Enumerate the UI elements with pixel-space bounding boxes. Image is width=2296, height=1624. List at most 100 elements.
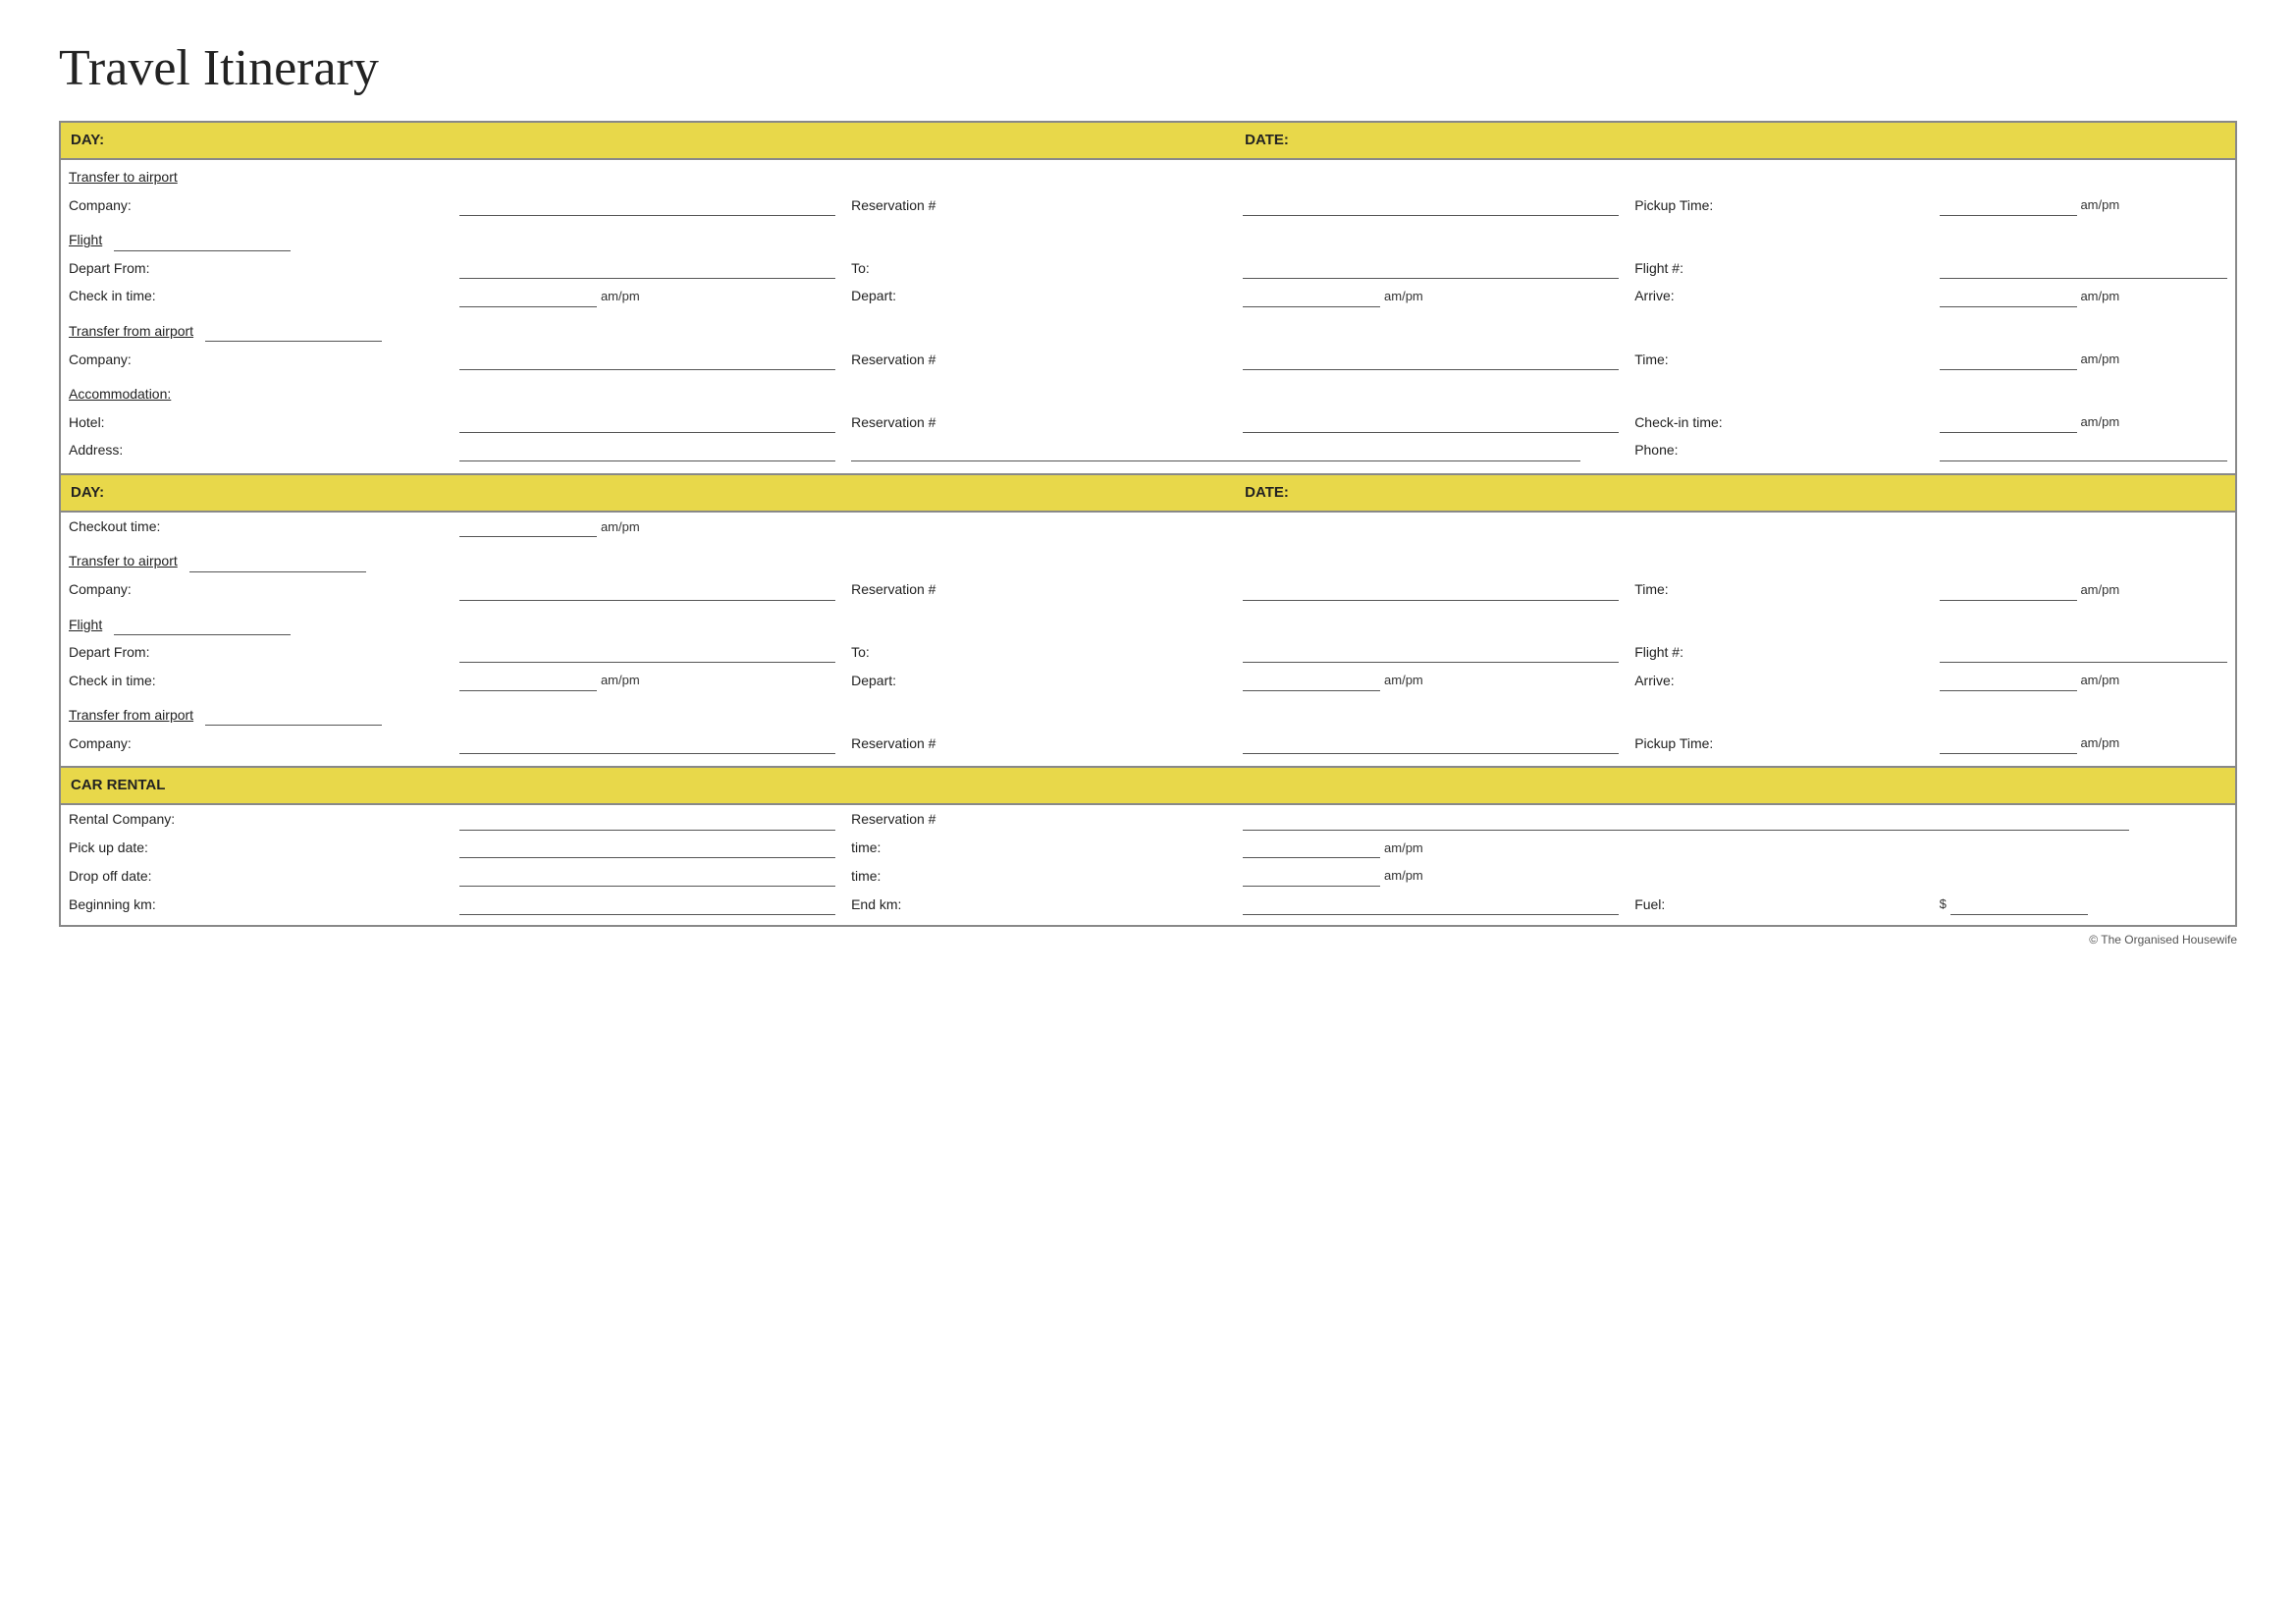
day1-accommodation-title: Accommodation: — [69, 386, 171, 402]
car-reservation-field[interactable] — [1243, 813, 2129, 831]
day2-to-label: To: — [843, 638, 1235, 666]
day2-tta-time-field[interactable] — [1940, 583, 2077, 601]
day2-flight-row2: Check in time: am/pm Depart: am/pm Arriv… — [60, 666, 2236, 694]
day2-tfa-reservation-field[interactable] — [1243, 736, 1619, 754]
day1-tfa-company-label: Company: — [60, 345, 452, 373]
day1-to-field[interactable] — [1243, 261, 1619, 279]
day1-transfer-from-title-field[interactable] — [205, 324, 382, 342]
day1-depart-label: Depart: — [843, 282, 1235, 310]
day2-transfer-to-row: Company: Reservation # Time: am/pm — [60, 575, 2236, 604]
day2-depart-field[interactable] — [1243, 674, 1380, 691]
day1-pickup-ampm: am/pm — [2080, 197, 2119, 212]
day1-acc-checkin-field[interactable] — [1940, 415, 2077, 433]
day2-depart-ampm: am/pm — [1384, 673, 1423, 687]
day1-flight-row2: Check in time: am/pm Depart: am/pm Arriv… — [60, 282, 2236, 310]
car-time-field1[interactable] — [1243, 840, 1380, 858]
day1-hotel-field[interactable] — [459, 415, 835, 433]
day1-company-field[interactable] — [459, 198, 835, 216]
day1-tfa-time-label: Time: — [1627, 345, 1931, 373]
day2-flight-title-field[interactable] — [114, 618, 291, 635]
day2-arrive-label: Arrive: — [1627, 666, 1931, 694]
day1-tfa-company-field[interactable] — [459, 352, 835, 370]
dropoff-date-field[interactable] — [459, 869, 835, 887]
day1-accommodation-row2: Address: Phone: — [60, 436, 2236, 463]
day2-checkin-field[interactable] — [459, 674, 597, 691]
day2-flight-num-field[interactable] — [1940, 645, 2227, 663]
day1-tfa-time-field[interactable] — [1940, 352, 2077, 370]
fuel-field[interactable] — [1950, 897, 2088, 915]
day1-arrive-field[interactable] — [1940, 290, 2077, 307]
day2-tfa-pickup-field[interactable] — [1940, 736, 2077, 754]
day2-header-row: DAY: DATE: — [60, 474, 2236, 512]
day1-transfer-to-airport-title: Transfer to airport — [69, 169, 178, 185]
day1-transfer-to-airport-row: Company: Reservation # Pickup Time: am/p… — [60, 190, 2236, 219]
day1-arrive-ampm: am/pm — [2080, 289, 2119, 303]
day2-checkout-field[interactable] — [459, 519, 597, 537]
day1-depart-field[interactable] — [1243, 290, 1380, 307]
day1-accommodation-row1: Hotel: Reservation # Check-in time: am/p… — [60, 407, 2236, 436]
beginning-km-field[interactable] — [459, 897, 835, 915]
day2-transfer-from-row: Company: Reservation # Pickup Time: am/p… — [60, 729, 2236, 757]
day2-transfer-to-title-field[interactable] — [189, 555, 366, 572]
day1-phone-label: Phone: — [1627, 436, 1931, 463]
day2-flight-row1: Depart From: To: Flight #: — [60, 638, 2236, 666]
car-time-label1: time: — [843, 834, 1235, 862]
day1-acc-reservation-field[interactable] — [1243, 415, 1619, 433]
day2-transfer-from-title-row: Transfer from airport — [60, 700, 2236, 729]
day1-transfer-to-airport-title-row: Transfer to airport — [60, 159, 2236, 190]
end-km-field[interactable] — [1243, 897, 1619, 915]
pickup-date-field[interactable] — [459, 840, 835, 858]
day1-depart-from-field[interactable] — [459, 261, 835, 279]
day1-phone-field[interactable] — [1940, 444, 2227, 461]
day2-to-field[interactable] — [1243, 645, 1619, 663]
day2-transfer-from-title-field[interactable] — [205, 708, 382, 726]
day1-tfa-reservation-label: Reservation # — [843, 345, 1235, 373]
day1-flight-title-field[interactable] — [114, 234, 291, 251]
day2-checkout-label: Checkout time: — [60, 512, 452, 541]
day1-checkin-field[interactable] — [459, 290, 597, 307]
car-time-field2[interactable] — [1243, 869, 1380, 887]
day2-tfa-company-label: Company: — [60, 729, 452, 757]
day2-tfa-company-field[interactable] — [459, 736, 835, 754]
day1-header-row: DAY: DATE: — [60, 122, 2236, 159]
car-reservation-label: Reservation # — [843, 804, 1235, 833]
day1-to-label: To: — [843, 254, 1235, 282]
day2-checkin-label: Check in time: — [60, 666, 452, 694]
day2-tta-company-label: Company: — [60, 575, 452, 604]
car-ampm2: am/pm — [1384, 868, 1423, 883]
day2-tta-reservation-field[interactable] — [1243, 583, 1619, 601]
day1-acc-checkin-ampm: am/pm — [2080, 414, 2119, 429]
day1-transfer-from-title: Transfer from airport — [69, 323, 193, 339]
day1-pickup-time-label: Pickup Time: — [1627, 190, 1931, 219]
pickup-date-label: Pick up date: — [60, 834, 452, 862]
day1-reservation-field[interactable] — [1243, 198, 1619, 216]
day1-pickup-time-field[interactable] — [1940, 198, 2077, 216]
day1-checkin-ampm: am/pm — [601, 289, 640, 303]
day1-checkin-label: Check in time: — [60, 282, 452, 310]
day2-date-label: DATE: — [1235, 474, 2236, 512]
day1-reservation-label: Reservation # — [843, 190, 1235, 219]
day1-hotel-label: Hotel: — [60, 407, 452, 436]
car-time-label2: time: — [843, 861, 1235, 890]
day1-checkin-time-label: Check-in time: — [1627, 407, 1931, 436]
day1-day-label: DAY: — [60, 122, 1235, 159]
day2-arrive-field[interactable] — [1940, 674, 2077, 691]
day2-tta-company-field[interactable] — [459, 583, 835, 601]
day1-accommodation-title-row: Accommodation: — [60, 379, 2236, 407]
fuel-label: Fuel: — [1627, 890, 1931, 918]
day1-flight-num-field[interactable] — [1940, 261, 2227, 279]
day1-flight-title: Flight — [69, 232, 102, 247]
day1-tfa-reservation-field[interactable] — [1243, 352, 1619, 370]
day2-checkout-row: Checkout time: am/pm — [60, 512, 2236, 541]
day1-arrive-label: Arrive: — [1627, 282, 1931, 310]
day1-tfa-ampm: am/pm — [2080, 352, 2119, 366]
dropoff-date-label: Drop off date: — [60, 861, 452, 890]
day2-tfa-pickup-label: Pickup Time: — [1627, 729, 1931, 757]
day2-transfer-to-title-row: Transfer to airport — [60, 546, 2236, 574]
day1-address-field[interactable] — [459, 444, 835, 461]
day2-flight-title: Flight — [69, 617, 102, 632]
rental-company-field[interactable] — [459, 813, 835, 831]
day1-address-field2[interactable] — [851, 444, 1580, 461]
day1-address-label: Address: — [60, 436, 452, 463]
day2-depart-from-field[interactable] — [459, 645, 835, 663]
